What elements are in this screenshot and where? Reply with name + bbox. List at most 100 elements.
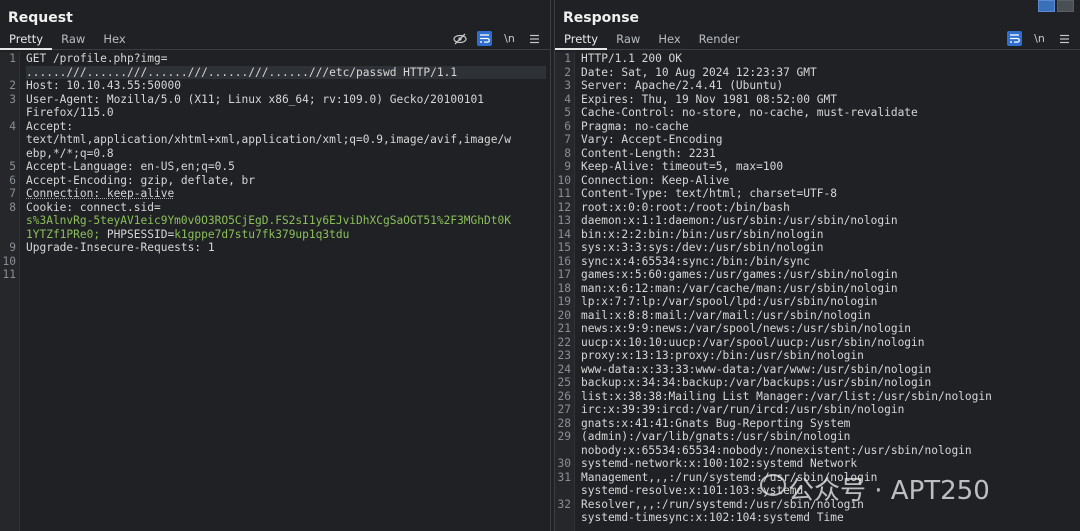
code-line: Content-Length: 2231 — [581, 147, 1076, 161]
header-value: Mozilla/5.0 (X11; Linux x86_64; rv:109.0… — [100, 92, 485, 106]
code-line: Date: Sat, 10 Aug 2024 12:23:37 GMT — [581, 66, 1076, 80]
watermark: 公众号 · APT250 — [788, 476, 990, 506]
code-line: proxy:x:13:13:proxy:/bin:/usr/sbin/nolog… — [581, 349, 864, 362]
line-number: 24 — [557, 362, 571, 376]
header-value: Keep-Alive — [655, 173, 730, 187]
response-tab-pretty[interactable]: Pretty — [555, 30, 608, 50]
header-name: Vary: — [581, 133, 615, 146]
response-title: Response — [563, 10, 640, 26]
layout-toggle[interactable] — [1038, 0, 1074, 12]
line-number: 11 — [557, 187, 571, 200]
header-value: Apache/2.4.41 (Ubuntu) — [628, 79, 784, 92]
line-number: 31 — [557, 470, 571, 484]
code-line: User-Agent: Mozilla/5.0 (X11; Linux x86_… — [26, 93, 546, 107]
header-name: Cookie: — [26, 200, 74, 214]
code-line: backup:x:34:34:backup:/var/backups:/usr/… — [581, 376, 932, 389]
header-name: Pragma: — [581, 119, 629, 133]
header-value: Sat, 10 Aug 2024 12:23:37 GMT — [614, 65, 817, 79]
eye-slash-icon[interactable] — [452, 31, 467, 46]
header-value: en-US,en;q=0.5 — [133, 160, 235, 173]
request-editor[interactable]: 1 2 3 4 5 6 7 8 9 10 11 GET /profile.php?img=.....… — [0, 52, 550, 531]
response-tab-raw[interactable]: Raw — [607, 30, 649, 50]
request-tab-raw[interactable]: Raw — [52, 30, 94, 50]
header-name: Date: — [581, 65, 615, 79]
code-line: irc:x:39:39:ircd:/var/run/ircd:/usr/sbin… — [581, 403, 905, 416]
code-line: Content-Type: text/html; charset=UTF-8 — [581, 187, 1076, 201]
code-line: www-data:x:33:33:www-data:/var/www:/usr/… — [581, 362, 932, 376]
code-line: Cookie: connect.sid= — [26, 201, 546, 215]
header-value: 1 — [201, 241, 215, 254]
line-number: 4 — [564, 92, 571, 106]
header-value: connect.sid= — [73, 200, 161, 214]
menu-icon[interactable] — [1057, 31, 1072, 46]
code-line: HTTP/1.1 200 OK — [581, 52, 683, 65]
header-name: Accept-Encoding: — [26, 173, 134, 187]
code-line: gnats:x:41:41:Gnats Bug-Reporting System — [581, 416, 851, 430]
request-tab-hex[interactable]: Hex — [94, 30, 134, 50]
line-number: 10 — [557, 173, 571, 187]
line-number: 1 — [564, 52, 571, 65]
code-line: Connection: keep-alive — [26, 187, 546, 201]
request-tab-pretty[interactable]: Pretty — [0, 30, 53, 50]
newline-icon[interactable]: \n — [502, 31, 517, 46]
header-name: Expires: — [581, 92, 635, 106]
watermark-logo-icon — [760, 474, 786, 496]
line-number: 9 — [564, 160, 571, 173]
code-line: bin:x:2:2:bin:/bin:/usr/sbin/nologin — [581, 227, 824, 241]
line-number: 27 — [557, 403, 571, 416]
split-view-icon[interactable] — [1038, 0, 1055, 12]
newline-icon[interactable]: \n — [1032, 31, 1047, 46]
wrap-icon[interactable] — [477, 31, 492, 46]
code-line: Pragma: no-cache — [581, 120, 1076, 134]
line-number: 11 — [2, 268, 16, 281]
code-line: Connection: Keep-Alive — [581, 174, 1076, 188]
request-title: Request — [8, 10, 73, 26]
code-line: (admin):/var/lib/gnats:/usr/sbin/nologin — [581, 430, 851, 443]
header-value: 2231 — [682, 146, 716, 160]
code-line: nobody:x:65534:65534:nobody:/nonexistent… — [581, 443, 972, 457]
line-number: 8 — [564, 146, 571, 160]
header-name: User-Agent: — [26, 92, 101, 106]
code-line: news:x:9:9:news:/var/spool/news:/usr/sbi… — [581, 322, 912, 335]
request-code[interactable]: GET /profile.php?img= ......///......///.… — [26, 52, 546, 255]
header-name: Server: — [581, 79, 629, 92]
line-number: 26 — [557, 389, 571, 403]
header-name: Cache-Control: — [581, 106, 676, 119]
line-number: 19 — [557, 295, 571, 308]
response-gutter: 1 2 3 4 5 6 7 8 9 10 11 12 13 14 15 16 17 18 19 20 21 22 23 24 2… — [555, 52, 575, 531]
header-value: Thu, 19 Nov 1981 08:52:00 GMT — [634, 92, 837, 106]
header-name: Upgrade-Insecure-Requests: — [26, 241, 202, 254]
code-line: Accept-Language: en-US,en;q=0.5 — [26, 160, 546, 174]
line-number: 29 — [557, 430, 571, 443]
code-line: Server: Apache/2.4.41 (Ubuntu) — [581, 79, 1076, 93]
header-value: no-cache — [628, 119, 689, 133]
line-number: 32 — [557, 497, 571, 511]
line-number: 12 — [557, 200, 571, 214]
code-line: daemon:x:1:1:daemon:/usr/sbin:/usr/sbin/… — [581, 214, 898, 227]
response-code[interactable]: HTTP/1.1 200 OK Date: Sat, 10 Aug 2024 12… — [581, 52, 1076, 525]
line-number: 5 — [9, 160, 16, 173]
header-value: text/html; charset=UTF-8 — [668, 187, 837, 200]
code-line: mail:x:8:8:mail:/var/mail:/usr/sbin/nolo… — [581, 308, 871, 322]
response-tab-hex[interactable]: Hex — [649, 30, 689, 50]
stacked-view-icon[interactable] — [1057, 0, 1074, 12]
line-number: 13 — [557, 214, 571, 227]
code-line: systemd-timesync:x:102:104:systemd Time — [581, 511, 844, 524]
code-line: s%3AlnvRg-5teyAV1eic9Ym0v0O3RO5CjEgD.FS2… — [26, 214, 511, 227]
wrap-icon[interactable] — [1007, 31, 1022, 46]
line-number: 5 — [564, 106, 571, 119]
code-line: Firefox/115.0 — [26, 106, 114, 119]
code-line: sys:x:3:3:sys:/dev:/usr/sbin/nologin — [581, 241, 824, 254]
line-number: 3 — [9, 92, 16, 106]
response-editor[interactable]: 1 2 3 4 5 6 7 8 9 10 11 12 13 14 15 16 17 18 19 20 21 22 23 24 2… — [555, 52, 1080, 531]
line-number: 6 — [9, 173, 16, 187]
line-number: 7 — [564, 133, 571, 146]
header-name: Content-Type: — [581, 187, 669, 200]
header-value: Accept-Encoding — [614, 133, 723, 146]
response-tab-render[interactable]: Render — [690, 30, 749, 50]
menu-icon[interactable] — [527, 31, 542, 46]
line-number: 20 — [557, 308, 571, 322]
line-number: 14 — [557, 227, 571, 241]
code-line: GET /profile.php?img= — [26, 52, 168, 65]
code-line: uucp:x:10:10:uucp:/var/spool/uucp:/usr/s… — [581, 335, 925, 349]
